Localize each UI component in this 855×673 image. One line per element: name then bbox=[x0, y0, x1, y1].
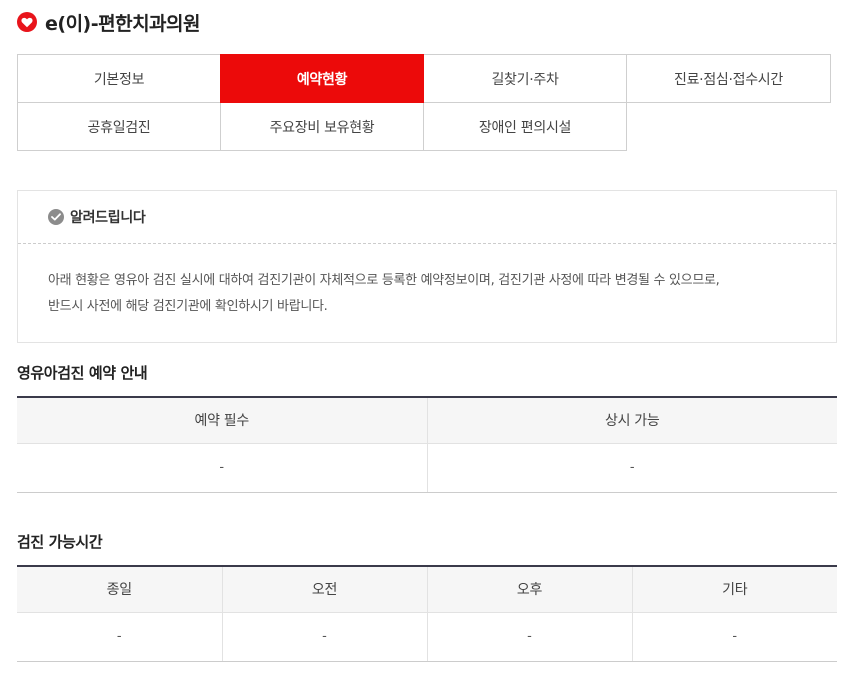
tab-equipment[interactable]: 주요장비 보유현황 bbox=[220, 102, 424, 151]
tab-row-1: 기본정보 예약현황 길찾기·주차 진료·점심·접수시간 bbox=[17, 54, 834, 103]
notice-text: 아래 현황은 영유아 검진 실시에 대하여 검진기관이 자체적으로 등록한 예약… bbox=[18, 244, 836, 320]
check-circle-icon bbox=[48, 209, 64, 225]
value-afternoon: - bbox=[426, 612, 632, 662]
header-other: 기타 bbox=[631, 565, 837, 613]
notice-line-2: 반드시 사전에 해당 검진기관에 확인하시기 바랍니다. bbox=[48, 299, 328, 314]
tab-basic-info[interactable]: 기본정보 bbox=[17, 54, 221, 103]
reservation-section-title: 영유아검진 예약 안내 bbox=[17, 364, 148, 382]
notice-line-1: 아래 현황은 영유아 검진 실시에 대하여 검진기관이 자체적으로 등록한 예약… bbox=[48, 273, 720, 288]
header-afternoon: 오후 bbox=[426, 565, 632, 613]
notice-title: 알려드립니다 bbox=[70, 210, 146, 226]
table-header-row: 예약 필수 상시 가능 bbox=[17, 396, 837, 444]
header-all-day: 종일 bbox=[17, 565, 222, 613]
table-row: - - bbox=[17, 443, 837, 493]
hours-section-title: 검진 가능시간 bbox=[17, 533, 103, 551]
hospital-name: e(이)-편한치과의원 bbox=[45, 12, 201, 35]
table-row: - - - - bbox=[17, 612, 837, 662]
heart-icon bbox=[17, 12, 37, 32]
tab-row-2: 공휴일검진 주요장비 보유현황 장애인 편의시설 bbox=[17, 102, 834, 151]
tab-directions-parking[interactable]: 길찾기·주차 bbox=[423, 54, 627, 103]
value-morning: - bbox=[221, 612, 427, 662]
table-header-row: 종일 오전 오후 기타 bbox=[17, 565, 837, 613]
tab-accessibility[interactable]: 장애인 편의시설 bbox=[423, 102, 627, 151]
hours-table: 종일 오전 오후 기타 - - - - bbox=[17, 565, 837, 662]
value-other: - bbox=[631, 612, 837, 662]
value-always-available: - bbox=[426, 443, 837, 493]
tab-holiday-checkup[interactable]: 공휴일검진 bbox=[17, 102, 221, 151]
reservation-table: 예약 필수 상시 가능 - - bbox=[17, 396, 837, 493]
value-reservation-required: - bbox=[17, 443, 427, 493]
header-morning: 오전 bbox=[221, 565, 427, 613]
value-all-day: - bbox=[17, 612, 222, 662]
page-title-row: e(이)-편한치과의원 bbox=[17, 8, 201, 36]
notice-header: 알려드립니다 bbox=[18, 191, 836, 244]
tab-clinic-hours[interactable]: 진료·점심·접수시간 bbox=[626, 54, 831, 103]
notice-box: 알려드립니다 아래 현황은 영유아 검진 실시에 대하여 검진기관이 자체적으로… bbox=[17, 190, 837, 343]
tab-reservation-status[interactable]: 예약현황 bbox=[220, 54, 424, 103]
header-always-available: 상시 가능 bbox=[426, 396, 837, 444]
header-reservation-required: 예약 필수 bbox=[17, 396, 427, 444]
tab-menu: 기본정보 예약현황 길찾기·주차 진료·점심·접수시간 공휴일검진 주요장비 보… bbox=[17, 54, 834, 151]
